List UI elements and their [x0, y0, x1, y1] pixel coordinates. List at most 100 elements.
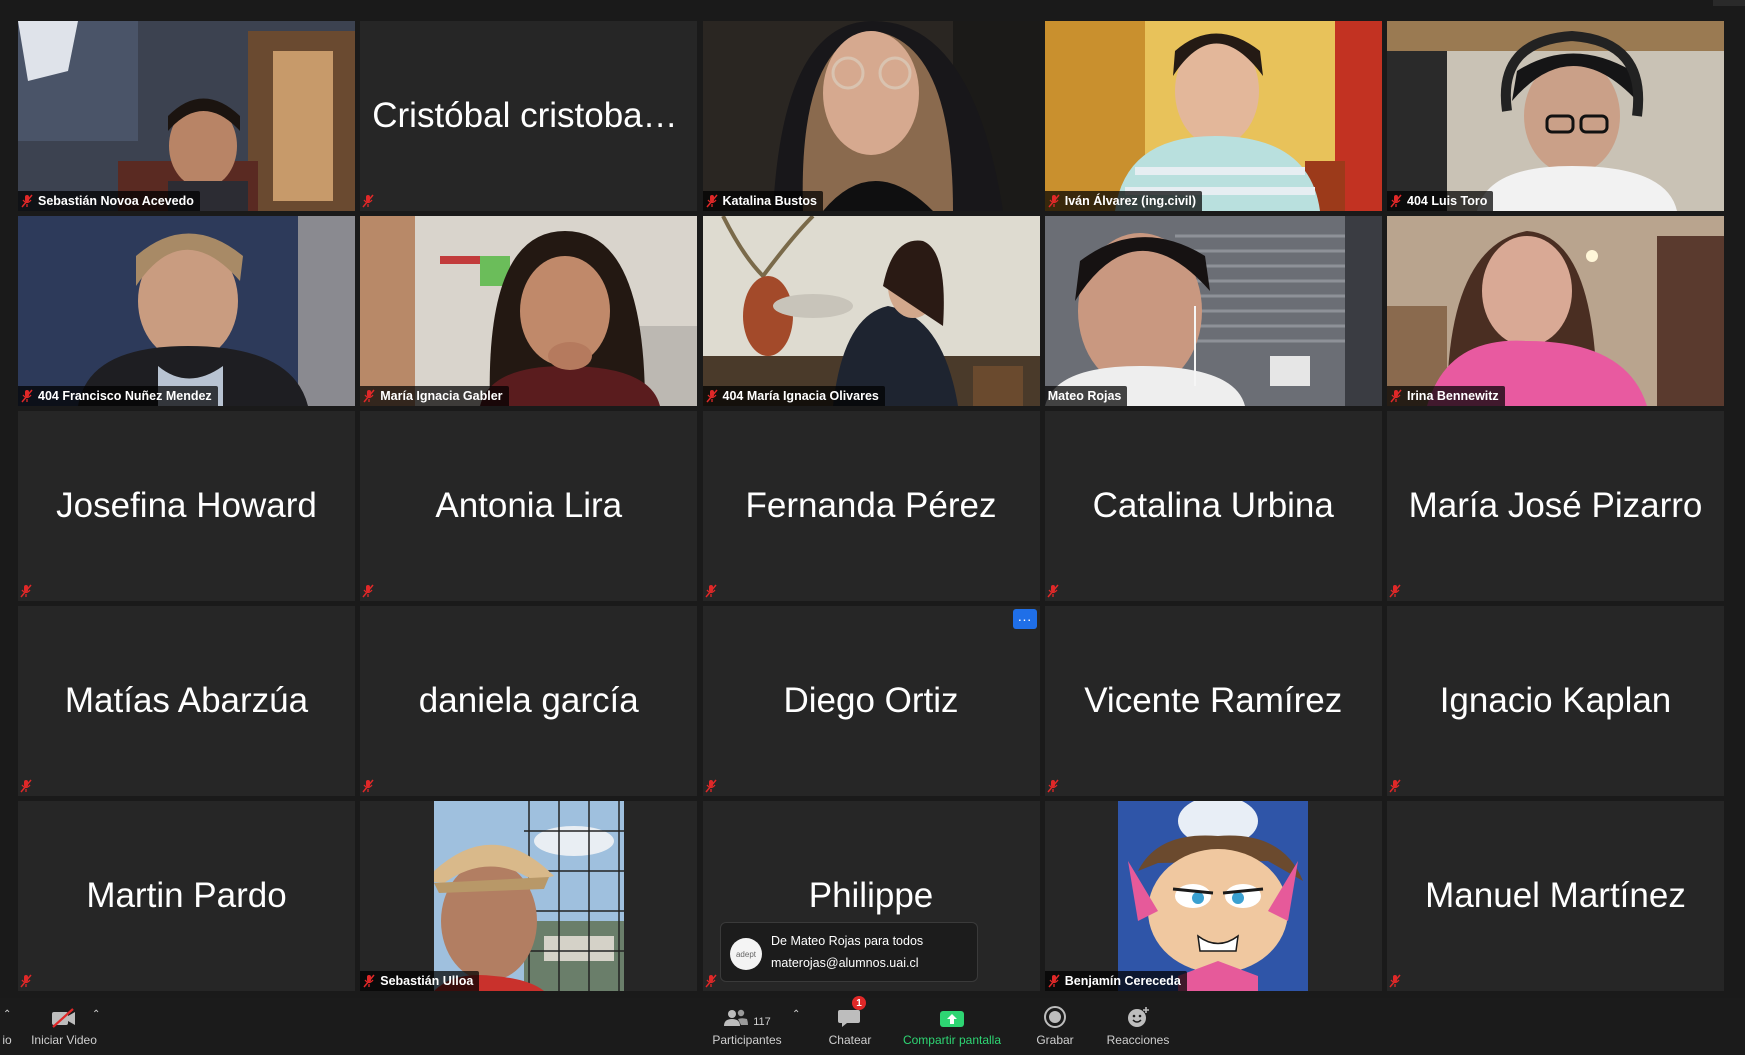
participant-tile[interactable]: daniela garcía — [360, 606, 698, 796]
participant-name-large: Martin Pardo — [86, 876, 287, 915]
participant-tile[interactable]: Matías Abarzúa — [18, 606, 355, 796]
muted-microphone-icon — [705, 194, 718, 208]
participant-tile[interactable]: Ignacio Kaplan — [1387, 606, 1724, 796]
start-video-label: Iniciar Video — [31, 1033, 97, 1047]
start-video-button[interactable]: Iniciar Video — [26, 998, 102, 1055]
record-button[interactable]: Grabar — [1030, 998, 1080, 1055]
participant-name-tag: Mateo Rojas — [1044, 386, 1128, 406]
chat-label: Chatear — [828, 1033, 872, 1047]
chat-notification-popup[interactable]: adept De Mateo Rojas para todos materoja… — [720, 922, 978, 982]
video-options-caret-icon[interactable]: ⌃ — [92, 1009, 100, 1020]
muted-microphone-icon — [363, 389, 375, 403]
gallery-grid: Sebastián Novoa Acevedo Cristóbal cristo… — [18, 21, 1724, 991]
more-options-button[interactable]: ··· — [1012, 609, 1037, 629]
reactions-icon — [1126, 1002, 1150, 1028]
participant-name-large: Diego Ortiz — [783, 681, 959, 720]
participant-tile[interactable]: 404 María Ignacia Olivares — [702, 216, 1040, 406]
muted-microphone-icon — [704, 584, 717, 598]
sender-avatar: adept — [730, 938, 762, 970]
participant-tile[interactable]: Vicente Ramírez — [1044, 606, 1382, 796]
participant-video — [702, 216, 1040, 406]
chat-sender-line: De Mateo Rojas para todos — [771, 934, 924, 948]
participant-video — [433, 801, 624, 991]
participant-video — [1387, 21, 1724, 211]
record-icon — [1044, 1002, 1066, 1028]
participant-name: 404 María Ignacia Olivares — [722, 389, 879, 403]
participant-name-tag: Benjamín Cereceda — [1044, 971, 1187, 991]
participant-tile[interactable]: Josefina Howard — [18, 411, 355, 601]
participant-tile[interactable]: Antonia Lira — [360, 411, 698, 601]
muted-microphone-icon — [1389, 779, 1401, 793]
muted-microphone-icon — [704, 974, 717, 988]
muted-microphone-icon — [21, 194, 33, 208]
muted-microphone-icon — [705, 389, 718, 403]
participant-tile[interactable]: María José Pizarro — [1387, 411, 1724, 601]
window-edge — [1713, 0, 1745, 6]
participant-video — [1387, 216, 1724, 406]
share-screen-button[interactable]: Compartir pantalla — [896, 998, 1008, 1055]
participant-name-large: daniela garcía — [418, 681, 639, 720]
participant-tile[interactable]: 404 Francisco Nuñez Mendez — [18, 216, 355, 406]
muted-microphone-icon — [21, 389, 33, 403]
participant-tile[interactable]: Fernanda Pérez — [702, 411, 1040, 601]
muted-microphone-icon — [704, 779, 717, 793]
muted-microphone-icon — [1390, 389, 1402, 403]
participant-tile[interactable]: Irina Bennewitz — [1387, 216, 1724, 406]
muted-microphone-icon — [362, 584, 374, 598]
audio-button[interactable]: io — [0, 998, 14, 1055]
muted-microphone-icon — [1048, 974, 1060, 988]
participant-name: Sebastián Ulloa — [380, 974, 474, 988]
participant-name: María Ignacia Gabler — [380, 389, 503, 403]
video-off-icon — [51, 1002, 77, 1028]
participant-tile[interactable]: María Ignacia Gabler — [360, 216, 698, 406]
participant-tile[interactable]: Katalina Bustos — [702, 21, 1040, 211]
participant-name: Benjamín Cereceda — [1064, 974, 1181, 988]
participant-name-tag: Sebastián Ulloa — [360, 971, 480, 991]
participant-name-tag: 404 Francisco Nuñez Mendez — [18, 386, 218, 406]
participant-name-large: Manuel Martínez — [1425, 876, 1686, 915]
participant-name-large: Matías Abarzúa — [64, 681, 309, 720]
participant-tile[interactable]: 404 Luis Toro — [1387, 21, 1724, 211]
participant-tile[interactable]: Catalina Urbina — [1044, 411, 1382, 601]
participant-name: 404 Francisco Nuñez Mendez — [38, 389, 212, 403]
participant-name-large: María José Pizarro — [1408, 486, 1703, 525]
participant-tile[interactable]: Iván Álvarez (ing.civil) — [1044, 21, 1382, 211]
participant-video — [18, 216, 355, 406]
chat-button[interactable]: 1 Chatear — [818, 996, 882, 1055]
participant-name-tag: Sebastián Novoa Acevedo — [18, 191, 200, 211]
participants-count: 117 — [753, 1016, 771, 1028]
participants-options-caret-icon[interactable]: ⌃ — [792, 1009, 800, 1020]
participants-button[interactable]: 117 Participantes — [705, 998, 789, 1055]
muted-microphone-icon — [1389, 974, 1401, 988]
participant-name: Katalina Bustos — [722, 194, 817, 208]
muted-microphone-icon — [1048, 194, 1060, 208]
muted-microphone-icon — [20, 974, 32, 988]
share-screen-icon — [939, 1002, 965, 1028]
participant-name-tag: 404 Luis Toro — [1387, 191, 1494, 211]
participant-tile[interactable]: Manuel Martínez — [1387, 801, 1724, 991]
participant-name-large: Fernanda Pérez — [745, 486, 997, 525]
participant-tile[interactable]: Sebastián Novoa Acevedo — [18, 21, 355, 211]
participant-name-large: Cristóbal cristobal.u... — [372, 96, 698, 135]
participant-name: Iván Álvarez (ing.civil) — [1064, 194, 1197, 208]
chat-icon: 1 — [838, 996, 866, 1028]
chat-unread-badge: 1 — [852, 996, 866, 1010]
muted-microphone-icon — [20, 779, 32, 793]
participant-tile[interactable]: Diego Ortiz ··· — [702, 606, 1040, 796]
muted-microphone-icon — [1047, 584, 1059, 598]
participant-tile[interactable]: Martin Pardo — [18, 801, 355, 991]
chat-message-text: materojas@alumnos.uai.cl — [771, 956, 919, 970]
participant-tile[interactable]: Sebastián Ulloa — [360, 801, 698, 991]
participant-name: Mateo Rojas — [1047, 389, 1122, 403]
participant-name-tag: María Ignacia Gabler — [360, 386, 509, 406]
participant-name: 404 Luis Toro — [1407, 194, 1488, 208]
participant-tile[interactable]: Benjamín Cereceda — [1044, 801, 1382, 991]
participant-tile[interactable]: Cristóbal cristobal.u... — [360, 21, 698, 211]
participant-name-large: Josefina Howard — [56, 486, 317, 525]
participant-video — [1118, 801, 1309, 991]
participant-name-tag: Iván Álvarez (ing.civil) — [1044, 191, 1203, 211]
muted-microphone-icon — [1047, 779, 1059, 793]
participant-tile-active-speaker[interactable]: Mateo Rojas — [1044, 216, 1382, 406]
muted-microphone-icon — [1390, 194, 1402, 208]
reactions-button[interactable]: Reacciones — [1100, 998, 1176, 1055]
